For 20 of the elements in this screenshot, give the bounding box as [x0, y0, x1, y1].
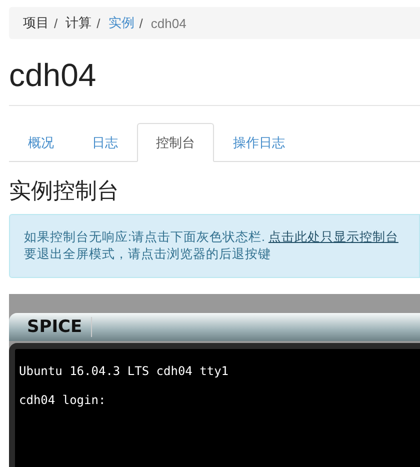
tab[interactable]: 日志 — [73, 123, 137, 162]
breadcrumb-current: cdh04 — [150, 16, 186, 30]
page-title: cdh04 — [9, 56, 98, 95]
alert-link[interactable]: 点击此处只显示控制台 — [268, 230, 398, 244]
toolbar-title: SPICE — [9, 317, 92, 337]
terminal-line: Ubuntu 16.04.3 LTS cdh04 tty1 — [19, 364, 230, 378]
breadcrumb-separator: / — [139, 16, 143, 30]
tab[interactable]: 概况 — [9, 123, 73, 162]
console-frame[interactable]: SPICE Ubuntu 16.04.3 LTS cdh04 tty1 cdh04 login: — [9, 294, 420, 467]
section-title: 实例控制台 — [9, 177, 120, 205]
tab[interactable]: 操作日志 — [214, 123, 304, 162]
breadcrumb-item: 计算 — [66, 14, 92, 32]
breadcrumb-separator: / — [96, 16, 100, 30]
terminal-line: cdh04 login: — [19, 393, 107, 407]
breadcrumb-separator: / — [54, 16, 58, 30]
alert-text: 如果控制台无响应:请点击下面灰色状态栏. 点击此处只显示控制台 — [24, 229, 400, 246]
alert-text: 要退出全屏模式，请点击浏览器的后退按键 — [24, 246, 272, 263]
tab[interactable]: 控制台 — [137, 123, 214, 162]
console-screen[interactable]: Ubuntu 16.04.3 LTS cdh04 tty1 cdh04 login: — [9, 343, 420, 467]
breadcrumb-item: 项目 — [23, 14, 49, 32]
